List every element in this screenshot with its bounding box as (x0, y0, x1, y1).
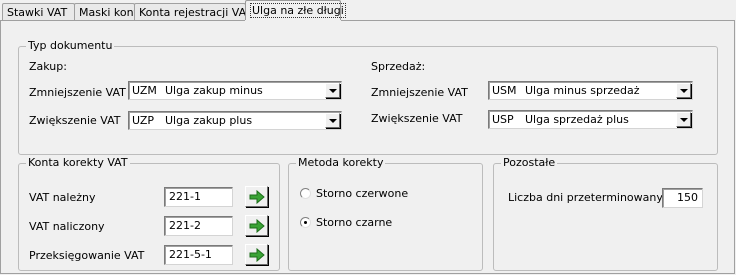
other-title: Pozostałe (501, 156, 558, 170)
chevron-down-icon[interactable] (325, 83, 340, 98)
sale-increase-select[interactable]: USP Ulga sprzedaż plus (488, 110, 693, 129)
vat-rebooking-label: Przeksięgowanie VAT (29, 249, 145, 262)
tab-konta-rejestracji-vat[interactable]: Konta rejestracji VAT (134, 3, 252, 20)
vat-input-label: VAT naliczony (29, 220, 105, 233)
chevron-down-icon[interactable] (325, 113, 340, 128)
vat-input-assign-button[interactable] (245, 215, 268, 236)
radio-indicator[interactable] (300, 217, 311, 228)
chevron-down-icon[interactable] (676, 83, 691, 98)
green-right-arrow-icon (249, 219, 265, 233)
green-right-arrow-icon (249, 248, 265, 262)
vat-input-field[interactable]: 221-2 (164, 216, 233, 236)
purchase-heading: Zakup: (29, 60, 67, 73)
chevron-down-icon[interactable] (676, 112, 691, 127)
sale-heading: Sprzedaż: (371, 60, 426, 73)
sale-decrease-label: Zmniejszenie VAT (371, 86, 468, 99)
vat-due-field[interactable]: 221-1 (164, 187, 233, 207)
vat-rebooking-field[interactable]: 221-5-1 (164, 245, 233, 265)
correction-method-title: Metoda korekty (296, 156, 386, 170)
tab-stawki-vat[interactable]: Stawki VAT (2, 3, 75, 20)
document-type-group: Typ dokumentu (18, 39, 718, 155)
vat-due-assign-button[interactable] (245, 186, 268, 207)
purchase-increase-select[interactable]: UZP Ulga zakup plus (128, 111, 342, 130)
tab-ulga-na-zle-dlugi[interactable]: Ulga na złe długi (245, 0, 346, 22)
purchase-increase-label: Zwiększenie VAT (29, 114, 121, 127)
document-type-title: Typ dokumentu (26, 39, 115, 53)
overdue-days-field[interactable]: 150 (662, 188, 703, 208)
vat-accounts-title: Konta korekty VAT (26, 156, 130, 170)
purchase-decrease-select[interactable]: UZM Ulga zakup minus (128, 81, 342, 100)
tab-strip: Stawki VAT Maski kont Konta rejestracji … (0, 0, 736, 22)
overdue-days-label: Liczba dni przeterminowanych (508, 191, 676, 204)
other-group: Pozostałe (493, 156, 718, 271)
sale-increase-label: Zwiększenie VAT (371, 112, 463, 125)
green-right-arrow-icon (249, 190, 265, 204)
tab-maski-kont[interactable]: Maski kont (74, 3, 138, 20)
purchase-decrease-label: Zmniejszenie VAT (29, 86, 126, 99)
sale-decrease-select[interactable]: USM Ulga minus sprzedaż (488, 81, 693, 100)
vat-rebooking-assign-button[interactable] (245, 244, 268, 265)
vat-due-label: VAT należny (29, 191, 96, 204)
radio-indicator[interactable] (300, 188, 311, 199)
